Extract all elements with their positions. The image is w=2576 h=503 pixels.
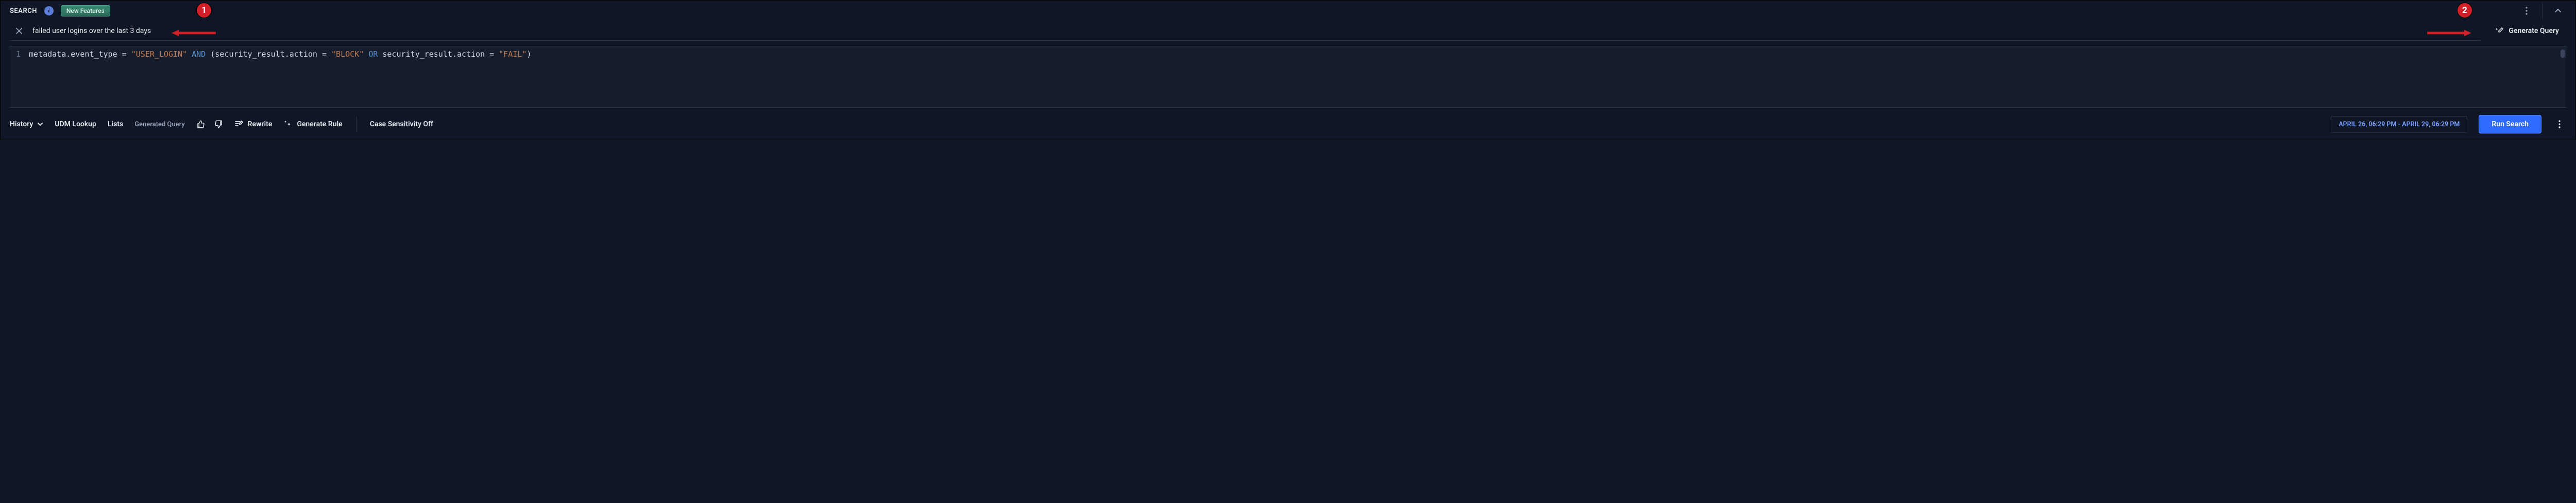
collapse-button[interactable]	[2550, 3, 2566, 19]
editor-gutter: 1	[10, 46, 25, 107]
rewrite-label: Rewrite	[248, 120, 273, 128]
rewrite-icon	[234, 120, 244, 129]
bottombar-more-icon[interactable]	[2553, 118, 2566, 131]
topbar-divider	[2542, 3, 2543, 19]
close-icon[interactable]	[13, 25, 25, 37]
generate-query-button[interactable]: Generate Query	[2488, 21, 2566, 41]
thumbs-up-icon[interactable]	[196, 120, 206, 129]
bottombar: History UDM Lookup Lists Generated Query…	[1, 110, 2575, 140]
info-icon[interactable]: i	[44, 6, 54, 15]
generated-query-label: Generated Query	[134, 121, 184, 128]
lists-button[interactable]: Lists	[108, 120, 123, 128]
topbar-more-icon[interactable]	[2518, 3, 2535, 19]
run-search-button[interactable]: Run Search	[2479, 115, 2541, 133]
thumbs-down-icon[interactable]	[214, 120, 223, 129]
editor-code[interactable]: metadata.event_type = "USER_LOGIN" AND (…	[25, 46, 2566, 107]
sparkle-pencil-icon	[2495, 26, 2504, 36]
bottombar-divider	[356, 116, 357, 132]
new-features-badge[interactable]: New Features	[61, 5, 110, 16]
case-sensitivity-toggle[interactable]: Case Sensitivity Off	[370, 120, 433, 128]
topbar: SEARCH i New Features	[1, 1, 2575, 21]
history-button[interactable]: History	[10, 120, 43, 128]
generate-rule-label: Generate Rule	[297, 120, 342, 128]
udm-lookup-button[interactable]: UDM Lookup	[55, 120, 96, 128]
rewrite-button[interactable]: Rewrite	[234, 120, 273, 129]
editor-scrollbar[interactable]	[2561, 49, 2565, 58]
generate-rule-button[interactable]: Generate Rule	[283, 120, 342, 129]
nl-query-row: failed user logins over the last 3 days …	[1, 21, 2575, 43]
history-label: History	[10, 120, 33, 128]
chevron-down-icon	[37, 121, 43, 127]
nl-query-input-wrap: failed user logins over the last 3 days	[10, 21, 2481, 41]
sparkle-icon	[283, 120, 293, 129]
nl-query-text[interactable]: failed user logins over the last 3 days	[32, 27, 2478, 35]
generate-query-label: Generate Query	[2509, 27, 2559, 35]
page-title: SEARCH	[10, 7, 37, 15]
time-range-picker[interactable]: APRIL 26, 06:29 PM - APRIL 29, 06:29 PM	[2331, 116, 2467, 133]
line-number: 1	[16, 49, 21, 59]
search-panel: SEARCH i New Features failed user logins…	[0, 0, 2576, 140]
query-editor[interactable]: 1 metadata.event_type = "USER_LOGIN" AND…	[10, 46, 2566, 108]
